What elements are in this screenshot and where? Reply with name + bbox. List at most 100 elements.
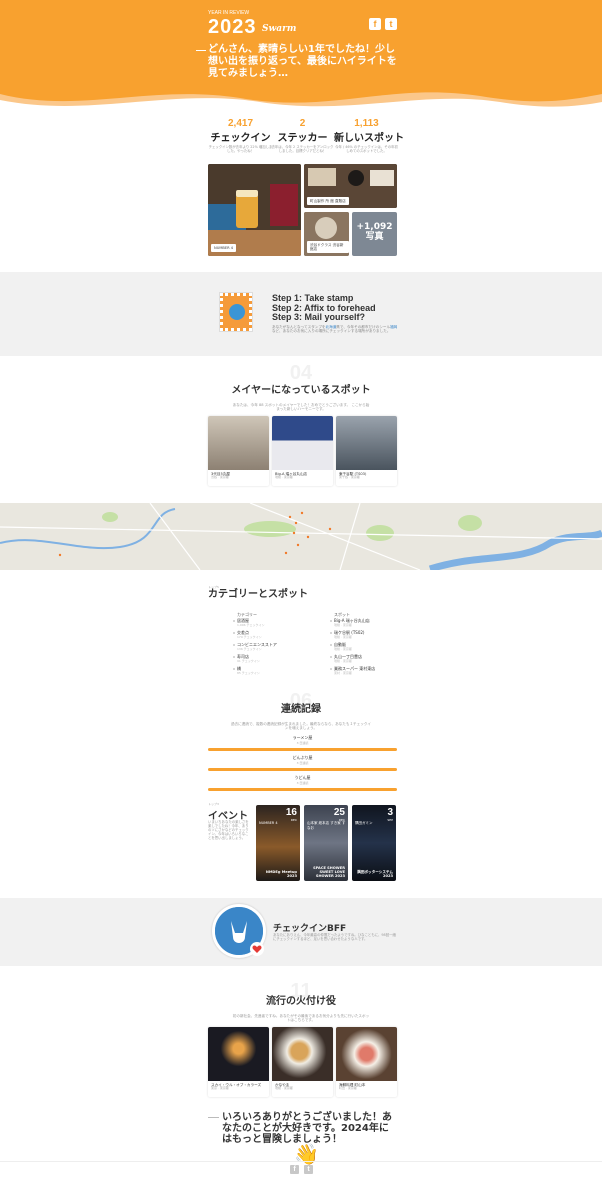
- stat-number: 2: [299, 118, 306, 129]
- footer-facebook-icon[interactable]: f: [290, 1165, 299, 1174]
- heart-icon: [250, 942, 264, 956]
- event-venue: 隅田ガミン: [355, 821, 373, 825]
- trend-card[interactable]: 海鮮料理 町山本 町田 · 東京都: [336, 1027, 397, 1097]
- stamp-face-icon: [229, 304, 245, 320]
- mayor-desc: あなたは、今年 88 スポットのメイヤーでした！おめでとうございます。 ここから…: [232, 403, 370, 412]
- more-photos-tile[interactable]: +1,092 写真: [352, 212, 397, 256]
- event-card[interactable]: 3 SEP 隅田ガミン 隅田ポッターシステム2023: [352, 805, 396, 881]
- stamp-desc-text: など、あなたのお気に入りの場所にチェックインする場所がありました。: [272, 329, 391, 334]
- spot-location: 東村 · 東京都: [334, 670, 352, 675]
- spot-location: 瑞穂 · 東京都: [334, 646, 352, 651]
- facebook-icon[interactable]: f: [369, 18, 381, 30]
- trend-card[interactable]: スカイ・ウル・オブ・カラーズ 東京 · 東京都: [208, 1027, 269, 1097]
- event-month: DEC: [290, 818, 297, 822]
- spot-row[interactable]: 自動販 瑞穂 · 東京都: [330, 642, 352, 651]
- row-dot: [330, 656, 332, 658]
- category-count: 1,006 チェックイン: [237, 622, 265, 627]
- trend-card[interactable]: かなやま 瑞穂 · 東京都: [272, 1027, 333, 1097]
- event-name: NMDEg Meetup 2023: [265, 870, 297, 878]
- photo-caption: 町山製作 所 館 直販店: [307, 197, 349, 205]
- year-kicker: YEAR IN REVIEW: [208, 10, 250, 16]
- card-subtitle: 瑞穂 · 東京都: [275, 1086, 293, 1090]
- streak-bar: [208, 748, 397, 751]
- photo-main[interactable]: NUMBER 4: [208, 164, 301, 256]
- streak-detail: 3 日連続: [296, 781, 309, 785]
- spot-location: 瑞穂 · 東京都: [334, 634, 352, 639]
- card-image: [272, 1027, 333, 1081]
- card-image: [336, 416, 397, 470]
- spot-location: 瑞穂 · 東京都: [334, 622, 352, 627]
- row-dot: [233, 632, 235, 634]
- mayor-title: メイヤーになっているスポット: [231, 385, 371, 396]
- card-image: [272, 416, 333, 470]
- streak-item: ラーメン屋 3 日連続: [208, 735, 397, 751]
- spot-row[interactable]: Big-A 瑞ヶ谷丸山店 瑞穂 · 東京都: [330, 618, 370, 627]
- event-venue: NUMBER 4: [259, 821, 278, 825]
- categories-title: カテゴリーとスポット: [208, 589, 308, 600]
- mayor-card[interactable]: 東千谷駅 (TS03) 東千谷 · 東京都: [336, 416, 397, 486]
- card-image: [208, 416, 269, 470]
- stamp-link-fukuoka[interactable]: 福岡: [390, 325, 397, 329]
- event-name: SPACE SHOWER SWEET LOVE SHOWER 2023: [313, 866, 345, 878]
- step-3: Step 3: Mail yourself?: [272, 312, 366, 322]
- category-count: 85 チェックイン: [237, 670, 260, 675]
- row-dot: [330, 620, 332, 622]
- stat-label: チェックイン: [210, 133, 271, 144]
- category-row[interactable]: 居酒屋 1,006 チェックイン: [233, 618, 265, 627]
- spot-row[interactable]: 丸山一丁目豊店 瑞穂 · 東京都: [330, 654, 362, 663]
- trend-title: 流行の火付け役: [266, 996, 336, 1007]
- row-dot: [233, 656, 235, 658]
- mayor-card[interactable]: 3代目5丸屋 渋谷 · 東京都: [208, 416, 269, 486]
- stat-desc: 去年は、今年 2 ステッカーをアンロックしました。目標クリアだとね！: [271, 145, 334, 153]
- card-subtitle: 東千谷 · 東京都: [339, 475, 360, 479]
- photo-caption: NUMBER 4: [211, 244, 237, 252]
- event-card[interactable]: 16 DEC NUMBER 4 NMDEg Meetup 2023: [256, 805, 300, 881]
- twitter-icon[interactable]: t: [385, 18, 397, 30]
- photo-top-right[interactable]: 町山製作 所 館 直販店: [304, 164, 397, 208]
- card-subtitle: 町田 · 東京都: [339, 1086, 357, 1090]
- category-row[interactable]: コンビニエンスストア 136 チェックイン: [233, 642, 277, 651]
- row-dot: [233, 620, 235, 622]
- checkin-map[interactable]: [0, 503, 602, 570]
- row-dot: [330, 632, 332, 634]
- category-row[interactable]: 橋 85 チェックイン: [233, 666, 260, 675]
- photo-beer-illustration: [208, 164, 301, 256]
- streak-bar: [208, 788, 397, 791]
- stat-number: 2,417: [227, 118, 254, 129]
- row-dot: [330, 668, 332, 670]
- streak-detail: 3 日連続: [296, 761, 309, 765]
- photo-bottom-mid[interactable]: 渋谷ドクラス 渋谷新館店: [304, 212, 349, 256]
- hero-title: どんさん、素晴らしい1年でしたね！少し想い出を振り返って、最後にハイライトを見て…: [196, 44, 397, 79]
- spot-location: 瑞穂 · 東京都: [334, 658, 352, 663]
- stat-stickers: 2 ステッカー 去年は、今年 2 ステッカーをアンロックしました。目標クリアだと…: [270, 118, 335, 153]
- year-in-review-page: YEAR IN REVIEW 2023 Swarm f t どんさん、素晴らしい1…: [0, 0, 602, 1200]
- event-venue: 山本家 総本店 すき家 すなお: [307, 821, 346, 830]
- row-dot: [233, 668, 235, 670]
- stat-label: ステッカー: [277, 133, 328, 144]
- footer-divider: [0, 1161, 602, 1162]
- stamp-image: [219, 292, 253, 332]
- stamp-description: あなたがなんとなってスタンプを北海道県で、今年その都市だけのシール福岡など、あな…: [272, 325, 400, 334]
- spot-row[interactable]: 瑞ケ谷駅 (TS02) 瑞穂 · 東京都: [330, 630, 364, 639]
- mayor-card[interactable]: Big-A 瑞ヶ谷丸山店 瑞穂 · 東京都: [272, 416, 333, 486]
- map-graphic: [0, 503, 602, 570]
- streak-detail: 3 日連続: [296, 741, 309, 745]
- bff-desc: あなたにありえん、今年最高の仲間だったようですね。ひなこともに、98回一緒にチェ…: [273, 933, 396, 941]
- category-row[interactable]: 交差点 179 チェックイン: [233, 630, 262, 639]
- streak-item: どんぶり屋 3 日連続: [208, 755, 397, 771]
- swarm-logo[interactable]: Swarm: [262, 24, 296, 34]
- event-card[interactable]: 25 DEC 山本家 総本店 すき家 すなお SPACE SHOWER SWEE…: [304, 805, 348, 881]
- category-row[interactable]: 寿司店 91 チェックイン: [233, 654, 260, 663]
- event-month: SEP: [387, 818, 393, 822]
- photo-caption: 渋谷ドクラス 渋谷新館店: [307, 241, 349, 253]
- event-name: 隅田ポッターシステム2023: [357, 870, 393, 878]
- streaks-title: 連続記録: [281, 704, 321, 715]
- card-image: [208, 1027, 269, 1081]
- spot-row[interactable]: 業務スーパー 東村東店 東村 · 東京都: [330, 666, 375, 675]
- footer-twitter-icon[interactable]: t: [304, 1165, 313, 1174]
- stat-desc: チェックイン数が去年より 22% 増加しました。やったね！: [208, 145, 273, 153]
- year-text: 2023: [208, 16, 257, 38]
- hero-wave: [0, 92, 602, 114]
- stat-new-spots: 1,113 新しいスポット 今年 / 46% のチェックインは、その年初しめての…: [334, 118, 404, 153]
- card-image: [336, 1027, 397, 1081]
